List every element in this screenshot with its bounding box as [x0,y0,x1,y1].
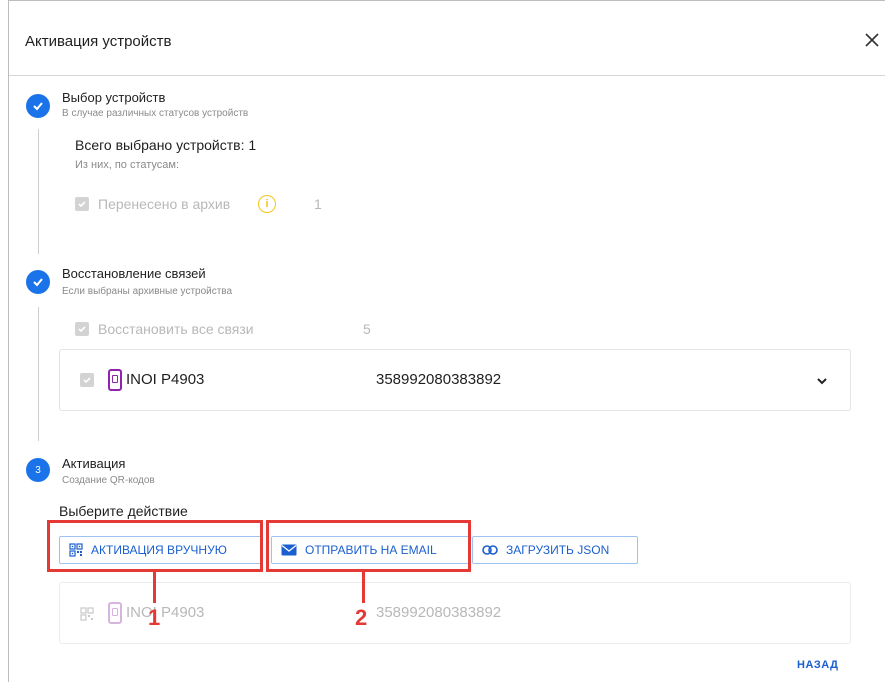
annotation-line-1 [153,571,156,603]
device-checkbox[interactable] [80,373,94,387]
restore-all-count: 5 [363,321,371,337]
annotation-box-2 [266,520,471,572]
step1-subtitle: В случае различных статусов устройств [62,108,249,119]
back-button[interactable]: НАЗАД [797,659,838,671]
annotation-box-1 [47,520,263,572]
choose-action-label: Выберите действие [59,503,188,519]
step1-title: Выбор устройств [62,90,166,105]
activation-dialog: Активация устройств Выбор устройств В сл… [8,0,885,682]
total-selected: Всего выбрано устройств: 1 [75,137,257,153]
activation-device-card: INOI P4903 358992080383892 [59,582,851,644]
annotation-line-2 [362,571,365,603]
phone-icon [108,369,122,391]
step2-title: Восстановление связей [62,266,206,281]
annotation-number-1: 1 [148,605,161,630]
dialog-title: Активация устройств [25,33,172,50]
chevron-down-icon[interactable] [815,374,829,388]
archived-label: Перенесено в архив [98,196,231,212]
device-imei: 358992080383892 [376,604,502,621]
device-row-card: INOI P4903 358992080383892 [59,349,851,411]
info-icon[interactable]: i [258,195,276,213]
step1-connector [38,129,39,254]
restore-all-checkbox[interactable] [75,322,89,336]
qr-code-icon [80,607,94,626]
step3-number: 3 [26,458,50,482]
close-icon[interactable] [862,30,882,50]
step2-subtitle: Если выбраны архивные устройства [62,286,233,297]
annotation-number-2: 2 [355,605,368,630]
archived-count: 1 [314,196,322,212]
step3-title: Активация [62,456,126,471]
upload-json-button[interactable]: ЗАГРУЗИТЬ JSON [472,536,638,564]
device-name: INOI P4903 [126,604,205,621]
restore-all-label: Восстановить все связи [98,321,254,337]
step3-subtitle: Создание QR-кодов [62,475,155,486]
phone-icon [108,602,122,624]
device-imei: 358992080383892 [376,371,502,388]
device-name: INOI P4903 [126,371,205,388]
step1-check-icon [26,94,50,118]
upload-json-label: ЗАГРУЗИТЬ JSON [506,543,610,557]
dialog-header: Активация устройств [9,1,885,76]
step2-check-icon [26,270,50,294]
link-icon [482,545,498,555]
step2-connector [38,307,39,441]
by-status-label: Из них, по статусам: [75,159,180,171]
archived-checkbox[interactable] [75,197,89,211]
